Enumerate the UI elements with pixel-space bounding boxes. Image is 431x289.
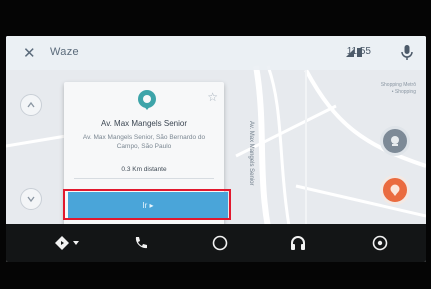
navigation-icon <box>55 236 79 250</box>
map-street-label: Av. Max Mangels Senior <box>248 121 254 186</box>
report-button[interactable] <box>380 126 410 156</box>
nav-audio[interactable] <box>288 234 308 252</box>
destination-distance: 0.3 Km distante <box>121 166 167 173</box>
nav-phone[interactable] <box>131 234 151 252</box>
go-button[interactable]: Ir ▸ <box>68 192 228 218</box>
phone-icon <box>135 237 147 249</box>
headphones-icon <box>291 236 305 250</box>
app-bar: ✕ Waze 11:55 <box>6 36 426 70</box>
clock-text: 11:55 <box>346 46 371 57</box>
alert-pin-icon <box>390 184 400 196</box>
chevron-up-icon <box>27 101 35 108</box>
scroll-up-button[interactable] <box>20 94 42 116</box>
power-icon <box>372 235 388 251</box>
destination-title: Av. Max Mangels Senior <box>101 119 187 128</box>
card-divider <box>74 178 214 179</box>
alert-button[interactable] <box>380 175 410 205</box>
microphone-icon[interactable] <box>398 43 416 61</box>
nav-exit[interactable] <box>370 234 390 252</box>
nav-home[interactable] <box>210 234 230 252</box>
nav-navigation[interactable] <box>54 234 84 252</box>
favorite-star-icon[interactable]: ☆ <box>207 90 218 104</box>
home-icon <box>212 235 228 251</box>
map-place-label: Shopping Metrô • Shopping <box>380 82 416 95</box>
waze-report-icon <box>391 136 399 146</box>
bottom-nav-bar <box>6 224 426 262</box>
android-auto-screen: Shopping Metrô • Shopping Av. Max Mangels… <box>6 36 426 262</box>
app-title: Waze <box>50 46 79 58</box>
chevron-down-icon <box>27 196 35 203</box>
location-pin-icon <box>138 90 156 110</box>
close-icon[interactable]: ✕ <box>23 44 36 62</box>
scroll-down-button[interactable] <box>20 188 42 210</box>
destination-address: Av. Max Mangels Senior, São Bernardo do … <box>82 134 206 150</box>
